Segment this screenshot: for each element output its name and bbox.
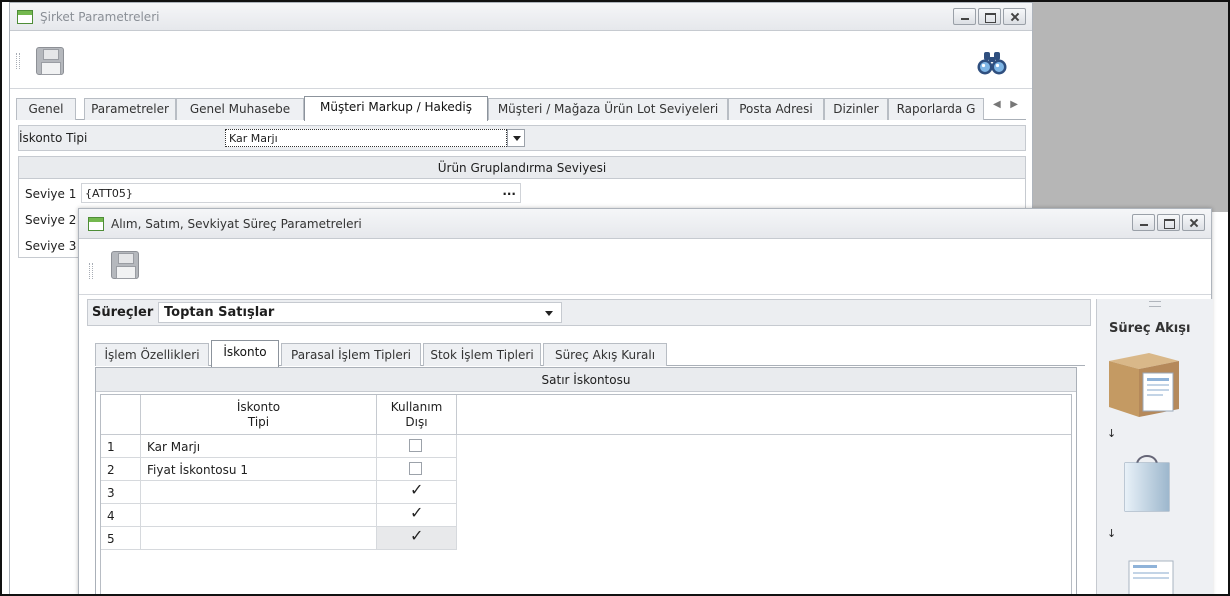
surecler-select[interactable]: Toptan Satışlar bbox=[158, 302, 562, 323]
seviye-3-label: Seviye 3 bbox=[25, 239, 77, 253]
row-number: 4 bbox=[101, 504, 141, 527]
close-icon[interactable] bbox=[1182, 214, 1205, 231]
tab-scroll-arrows: ◀ ▶ bbox=[993, 99, 1018, 110]
tab-posta-adresi[interactable]: Posta Adresi bbox=[728, 98, 824, 120]
tab-parasal-islem-tipleri[interactable]: Parasal İşlem Tipleri bbox=[281, 343, 421, 366]
maximize-icon[interactable] bbox=[978, 8, 1001, 25]
iskonto-tipi-select[interactable]: Kar Marjı bbox=[225, 129, 507, 147]
iskonto-tipi-cell[interactable]: Kar Marjı bbox=[141, 435, 377, 458]
iskonto-tipi-row: İskonto Tipi Kar Marjı bbox=[18, 125, 1026, 151]
window1-title: Şirket Parametreleri bbox=[40, 10, 160, 24]
window2-toolbar bbox=[79, 239, 1211, 295]
window1-tabbar: Genel Parametreler Genel Muhasebe Müşter… bbox=[16, 96, 1026, 121]
row-number: 1 bbox=[101, 435, 141, 458]
surec-akisi-title: Süreç Akışı bbox=[1109, 321, 1191, 336]
flow-arrow-icon: ↓ bbox=[1107, 527, 1117, 540]
table-row[interactable]: 3 bbox=[101, 480, 1071, 504]
row-number: 5 bbox=[101, 527, 141, 550]
minimize-icon[interactable] bbox=[1132, 214, 1155, 231]
minimize-icon[interactable] bbox=[953, 8, 976, 25]
group-title: Ürün Gruplandırma Seviyesi bbox=[19, 157, 1025, 179]
kullanim-disi-checkbox[interactable] bbox=[409, 526, 423, 545]
table-row[interactable]: 1 Kar Marjı bbox=[101, 435, 1071, 458]
window-icon bbox=[17, 10, 33, 24]
seviye-2-label: Seviye 2 bbox=[25, 213, 77, 227]
shopping-bag-icon[interactable] bbox=[1119, 449, 1175, 515]
kullanim-disi-cell bbox=[377, 526, 457, 550]
toolbar-grip-icon[interactable] bbox=[16, 53, 20, 69]
save-icon[interactable] bbox=[36, 47, 64, 75]
kullanim-disi-checkbox[interactable] bbox=[409, 439, 422, 452]
table-row[interactable]: 4 bbox=[101, 503, 1071, 527]
tab-scroll-left-icon[interactable]: ◀ bbox=[993, 99, 1001, 110]
iskonto-grid: İskonto Tipi Kullanım Dışı 1 Kar Marjı 2… bbox=[100, 394, 1072, 596]
maximize-icon[interactable] bbox=[1157, 214, 1180, 231]
document-icon[interactable] bbox=[1125, 557, 1179, 596]
grid-header: İskonto Tipi Kullanım Dışı bbox=[101, 395, 1071, 435]
window1-controls bbox=[951, 8, 1026, 25]
panel-grip-icon[interactable] bbox=[1149, 301, 1161, 307]
surecler-label: Süreçler bbox=[92, 305, 154, 320]
kullanim-disi-checkbox[interactable] bbox=[409, 480, 423, 499]
ellipsis-button[interactable]: ... bbox=[502, 184, 516, 198]
row-number: 2 bbox=[101, 458, 141, 481]
chevron-down-icon[interactable] bbox=[507, 129, 525, 147]
binoculars-icon[interactable] bbox=[977, 51, 1007, 77]
close-icon[interactable] bbox=[1003, 8, 1026, 25]
column-header-line: Tipi bbox=[247, 415, 270, 429]
kullanim-disi-cell bbox=[377, 458, 457, 481]
column-header-line: İskonto bbox=[236, 400, 281, 414]
kullanim-disi-checkbox[interactable] bbox=[409, 462, 422, 475]
window2-title: Alım, Satım, Sevkiyat Süreç Parametreler… bbox=[111, 217, 362, 231]
panel-title: Satır İskontosu bbox=[96, 368, 1076, 392]
shipping-box-icon[interactable] bbox=[1105, 347, 1185, 421]
column-header-kullanim-disi[interactable]: Kullanım Dışı bbox=[377, 395, 457, 435]
tab-musteri-magaza-urun-lot-seviyeleri[interactable]: Müşteri / Mağaza Ürün Lot Seviyeleri bbox=[488, 98, 728, 120]
window2-controls bbox=[1130, 214, 1205, 231]
seviye-1-value: {ATT05} bbox=[85, 187, 133, 200]
row-number-header bbox=[101, 395, 141, 435]
column-header-line: Dışı bbox=[405, 415, 428, 429]
window2-tabbar: İşlem Özellikleri İskonto Parasal İşlem … bbox=[95, 340, 1085, 367]
tab-iskonto[interactable]: İskonto bbox=[211, 340, 279, 367]
tab-scroll-right-icon[interactable]: ▶ bbox=[1010, 99, 1018, 110]
window-icon bbox=[88, 217, 104, 231]
flow-arrow-icon: ↓ bbox=[1107, 427, 1117, 440]
surecler-row: Süreçler Toptan Satışlar bbox=[87, 299, 1091, 326]
table-row[interactable]: 5 bbox=[101, 526, 1071, 550]
column-header-line: Kullanım bbox=[390, 400, 443, 414]
kullanim-disi-cell bbox=[377, 435, 457, 458]
iskonto-tipi-label: İskonto Tipi bbox=[19, 131, 88, 145]
kullanim-disi-checkbox[interactable] bbox=[409, 503, 423, 522]
tab-parametreler[interactable]: Parametreler bbox=[84, 98, 176, 120]
window2-titlebar[interactable]: Alım, Satım, Sevkiyat Süreç Parametreler… bbox=[79, 209, 1211, 239]
satir-iskontosu-panel: Satır İskontosu İskonto Tipi Kullanım Dı… bbox=[95, 367, 1077, 596]
tab-stok-islem-tipleri[interactable]: Stok İşlem Tipleri bbox=[423, 343, 541, 366]
window1-titlebar[interactable]: Şirket Parametreleri bbox=[10, 3, 1032, 31]
surec-parametreleri-window: Alım, Satım, Sevkiyat Süreç Parametreler… bbox=[78, 208, 1213, 596]
toolbar-grip-icon[interactable] bbox=[89, 263, 93, 279]
background-area bbox=[1033, 0, 1230, 212]
iskonto-tipi-cell[interactable] bbox=[141, 527, 377, 550]
iskonto-tipi-cell[interactable] bbox=[141, 504, 377, 527]
window1-toolbar bbox=[10, 31, 1032, 89]
column-header-iskonto-tipi[interactable]: İskonto Tipi bbox=[141, 395, 377, 435]
iskonto-tipi-cell[interactable]: Fiyat İskontosu 1 bbox=[141, 458, 377, 481]
tab-raporlarda[interactable]: Raporlarda G bbox=[888, 98, 984, 120]
tab-genel[interactable]: Genel bbox=[16, 98, 76, 120]
seviye-1-label: Seviye 1 bbox=[25, 187, 77, 201]
tab-genel-muhasebe[interactable]: Genel Muhasebe bbox=[176, 98, 304, 120]
save-icon[interactable] bbox=[111, 251, 139, 279]
table-row[interactable]: 2 Fiyat İskontosu 1 bbox=[101, 458, 1071, 481]
tab-surec-akis-kurali[interactable]: Süreç Akış Kuralı bbox=[543, 343, 667, 366]
tab-islem-ozellikleri[interactable]: İşlem Özellikleri bbox=[95, 343, 209, 366]
surec-akisi-panel: Süreç Akışı ↓ ↓ bbox=[1096, 299, 1213, 596]
tab-dizinler[interactable]: Dizinler bbox=[824, 98, 888, 120]
tab-musteri-markup-hakedis[interactable]: Müşteri Markup / Hakediş bbox=[304, 96, 488, 121]
seviye-1-field[interactable]: {ATT05} ... bbox=[81, 183, 521, 203]
kullanim-disi-cell bbox=[377, 480, 457, 504]
kullanim-disi-cell bbox=[377, 503, 457, 527]
row-number: 3 bbox=[101, 481, 141, 504]
iskonto-tipi-cell[interactable] bbox=[141, 481, 377, 504]
